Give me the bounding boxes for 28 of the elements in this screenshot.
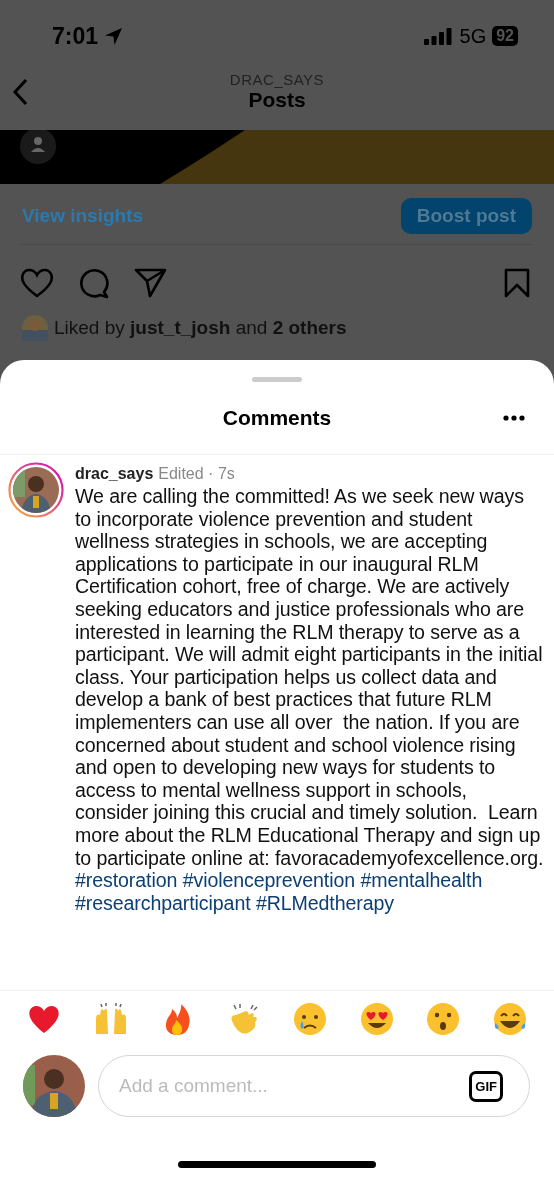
hashtag-link[interactable]: #researchparticipant xyxy=(75,891,251,914)
share-icon[interactable] xyxy=(134,268,167,298)
hashtag-link[interactable]: #violenceprevention xyxy=(182,869,356,892)
hashtag-link[interactable]: #restoration xyxy=(75,869,178,892)
comment-icon[interactable] xyxy=(78,267,110,299)
back-icon[interactable] xyxy=(12,78,28,106)
signal-icon xyxy=(423,27,452,45)
heart-eyes-face-icon[interactable] xyxy=(358,1001,395,1037)
sheet-title: Comments xyxy=(222,406,332,430)
hashtag-link[interactable]: #RLMedtherapy xyxy=(255,891,394,914)
crying-face-icon[interactable] xyxy=(292,1001,329,1037)
comment-username[interactable]: drac_says xyxy=(75,465,154,483)
more-icon[interactable] xyxy=(503,415,525,421)
page-title: Posts xyxy=(248,87,306,112)
gif-button[interactable]: GIF xyxy=(469,1070,503,1102)
laughing-face-icon[interactable] xyxy=(491,1001,528,1037)
bookmark-icon[interactable] xyxy=(504,268,530,298)
network-label: 5G xyxy=(459,24,487,48)
like-heart-icon[interactable] xyxy=(20,268,54,298)
hashtag-link[interactable]: #mentalhealth xyxy=(360,869,483,892)
surprised-face-icon[interactable] xyxy=(425,1001,462,1037)
comment-text: We are calling the committed! As we seek new ways to incorporate violence prevention and student wellness strategies in schools, we are accepting applications to participate in our inaugural RLM Certification cohort, free of charge. We are actively seeking educators and justice professionals who are interested in learning the RLM therapy to serve as a participant. We will admit eight participants in the initial class. Your participation helps us collect data and develop a bank of best practices that future RLM implementers can use all over the nation. If you are concerned about student and school violence rising and open to developing new ways for students to access to mental wellness support in schools, consider joining this crucial and timely solution. Learn more about the RLM Educational Therapy and sign up to participate online at: favoracademyofexcellence.org. #restoration #violenceprevention #mentalhealth #researchparticipant #RLMedtherapy xyxy=(75,485,544,915)
liked-by-text: Liked by just_t_josh and 2 others xyxy=(54,317,347,339)
location-arrow-icon xyxy=(104,26,124,46)
battery-level: 92 xyxy=(492,26,518,46)
drag-handle[interactable] xyxy=(252,377,302,382)
status-time: 7:01 xyxy=(52,22,99,50)
comment-meta: Edited · 7s xyxy=(158,465,235,483)
